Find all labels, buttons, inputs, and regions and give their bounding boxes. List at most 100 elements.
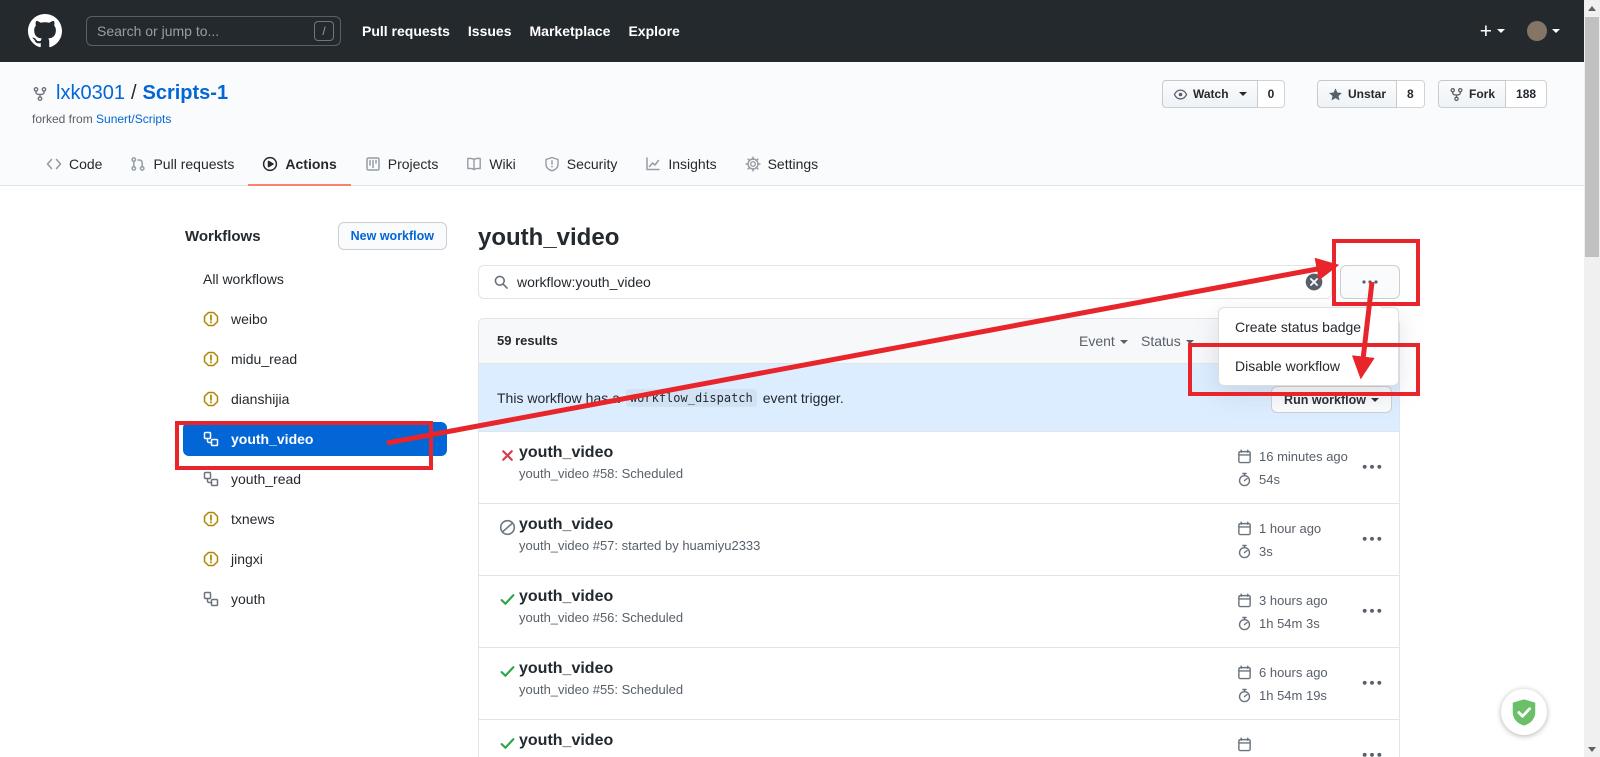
new-workflow-button[interactable]: New workflow	[338, 222, 447, 250]
run-options-button[interactable]	[1361, 458, 1383, 476]
nav-marketplace[interactable]: Marketplace	[521, 23, 620, 39]
fork-count[interactable]: 188	[1506, 80, 1547, 108]
sidebar-item-youth[interactable]: youth	[183, 582, 447, 616]
run-meta: 16 minutes ago 54s	[1237, 445, 1348, 491]
runs-search-value: workflow:youth_video	[517, 274, 1305, 290]
sidebar-item-label: txnews	[231, 511, 275, 527]
search-icon	[493, 274, 509, 290]
run-meta: 1 hour ago 3s	[1237, 517, 1321, 563]
success-status-icon	[499, 591, 516, 608]
clear-icon	[1305, 273, 1323, 291]
tab-pull-requests[interactable]: Pull requests	[116, 143, 248, 186]
run-title-link[interactable]: youth_video	[519, 516, 613, 533]
tab-label: Wiki	[489, 156, 515, 172]
tab-label: Insights	[668, 156, 716, 172]
unstar-count[interactable]: 8	[1397, 80, 1425, 108]
sidebar-item-weibo[interactable]: weibo	[183, 302, 447, 336]
top-navbar: Search or jump to... / Pull requestsIssu…	[0, 0, 1584, 62]
scrollbar-down-arrow[interactable]	[1584, 741, 1600, 757]
run-options-button[interactable]	[1361, 674, 1383, 692]
tab-label: Settings	[768, 156, 819, 172]
sidebar-item-midu-read[interactable]: midu_read	[183, 342, 447, 376]
user-menu[interactable]	[1527, 21, 1560, 41]
filter-status[interactable]: Status	[1141, 319, 1194, 364]
vertical-scrollbar[interactable]	[1584, 0, 1600, 757]
user-avatar	[1527, 21, 1547, 41]
tab-actions[interactable]: Actions	[248, 143, 350, 186]
tab-settings[interactable]: Settings	[731, 143, 833, 186]
sidebar-item-jingxi[interactable]: jingxi	[183, 542, 447, 576]
run-title-link[interactable]: youth_video	[519, 732, 613, 749]
run-subtitle: youth_video #56: Scheduled	[519, 610, 683, 625]
tab-projects[interactable]: Projects	[351, 143, 453, 186]
cancelled-status-icon	[499, 519, 516, 536]
sidebar-item-label: jingxi	[231, 551, 263, 567]
run-time: 6 hours ago	[1259, 665, 1328, 680]
nav-issues[interactable]: Issues	[459, 23, 521, 39]
sidebar-item-youth-video[interactable]: youth_video	[183, 422, 447, 456]
runs-search-input[interactable]: workflow:youth_video	[478, 265, 1332, 299]
kebab-icon	[1361, 274, 1379, 290]
shield-icon	[544, 156, 560, 172]
nav-pull-requests[interactable]: Pull requests	[353, 23, 459, 39]
tab-code[interactable]: Code	[32, 143, 116, 186]
fork-button[interactable]: Fork	[1438, 80, 1506, 108]
repo-header: lxk0301 / Scripts-1 forked from Sunert/S…	[0, 62, 1584, 186]
code-icon	[46, 156, 62, 172]
sidebar-item-label: All workflows	[203, 271, 284, 287]
run-duration: 1h 54m 19s	[1259, 688, 1327, 703]
run-options-button[interactable]	[1361, 530, 1383, 548]
run-title-link[interactable]: youth_video	[519, 444, 613, 461]
github-logo-icon[interactable]	[28, 14, 62, 48]
run-duration: 1h 54m 3s	[1259, 616, 1320, 631]
run-title-link[interactable]: youth_video	[519, 660, 613, 677]
results-count: 59 results	[497, 333, 558, 348]
unstar-group: Unstar 8	[1317, 80, 1425, 108]
sidebar-item-all-workflows[interactable]: All workflows	[183, 262, 447, 296]
run-options-button[interactable]	[1361, 746, 1383, 757]
run-subtitle: youth_video #55: Scheduled	[519, 682, 683, 697]
gear-icon	[745, 156, 761, 172]
runs-list: youth_video youth_video #58: Scheduled 1…	[479, 431, 1399, 757]
tab-insights[interactable]: Insights	[631, 143, 730, 186]
run-meta	[1237, 733, 1259, 757]
tab-security[interactable]: Security	[530, 143, 632, 186]
fork-icon	[1449, 87, 1464, 102]
sidebar-item-label: weibo	[231, 311, 268, 327]
sidebar-item-youth-read[interactable]: youth_read	[183, 462, 447, 496]
run-options-button[interactable]	[1361, 602, 1383, 620]
workflow-icon	[203, 591, 219, 607]
tab-label: Projects	[388, 156, 439, 172]
sidebar-item-dianshijia[interactable]: dianshijia	[183, 382, 447, 416]
nav-explore[interactable]: Explore	[619, 23, 688, 39]
filter-event[interactable]: Event	[1079, 319, 1128, 364]
watch-button[interactable]: Watch	[1162, 80, 1258, 108]
watch-count[interactable]: 0	[1258, 80, 1286, 108]
workflows-sidebar: Workflows New workflow All workflows weib…	[183, 222, 447, 622]
unstar-button[interactable]: Unstar	[1317, 80, 1397, 108]
scrollbar-thumb[interactable]	[1585, 17, 1599, 257]
run-subtitle: youth_video #58: Scheduled	[519, 466, 683, 481]
sidebar-item-txnews[interactable]: txnews	[183, 502, 447, 536]
caret-down-icon	[1120, 340, 1128, 348]
sidebar-title: Workflows	[185, 228, 261, 245]
menu-item-disable-workflow[interactable]: Disable workflow	[1219, 346, 1398, 385]
run-time: 3 hours ago	[1259, 593, 1328, 608]
tab-label: Pull requests	[153, 156, 234, 172]
stopwatch-icon	[1237, 544, 1252, 559]
stopwatch-icon	[1237, 616, 1252, 631]
tab-wiki[interactable]: Wiki	[452, 143, 529, 186]
forked-from-link[interactable]: Sunert/Scripts	[96, 112, 171, 126]
clear-search-button[interactable]	[1305, 273, 1323, 291]
github-actions-page: Search or jump to... / Pull requestsIssu…	[0, 0, 1600, 757]
create-new-dropdown[interactable]: +	[1480, 21, 1505, 42]
calendar-icon	[1237, 449, 1252, 464]
run-title-link[interactable]: youth_video	[519, 588, 613, 605]
global-search-input[interactable]: Search or jump to... /	[86, 16, 341, 46]
workflow-options-button[interactable]	[1340, 265, 1400, 299]
run-workflow-button[interactable]: Run workflow	[1271, 386, 1392, 413]
scrollbar-up-arrow[interactable]	[1584, 0, 1600, 16]
menu-item-create-status-badge[interactable]: Create status badge	[1219, 308, 1398, 346]
adblock-shield-badge[interactable]	[1501, 689, 1547, 735]
run-duration: 54s	[1259, 472, 1280, 487]
